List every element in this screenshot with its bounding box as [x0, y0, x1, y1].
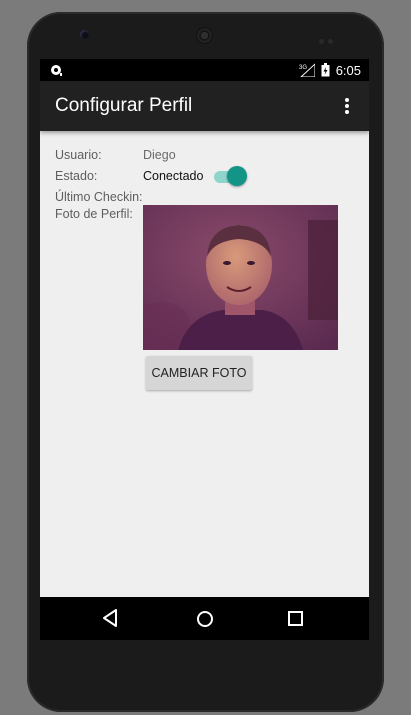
battery-icon: [321, 63, 330, 77]
last-checkin-label: Último Checkin:: [55, 190, 143, 204]
change-photo-button[interactable]: CAMBIAR FOTO: [146, 356, 252, 390]
photo-label: Foto de Perfil:: [55, 207, 133, 221]
user-label: Usuario:: [55, 148, 102, 162]
app-title: Configurar Perfil: [55, 95, 193, 116]
home-icon[interactable]: [196, 610, 214, 628]
front-camera: [80, 30, 89, 39]
status-bar: 3G 6:05: [40, 59, 369, 81]
more-vert-icon[interactable]: [339, 96, 355, 116]
signal-icon: 3G: [299, 63, 315, 77]
status-toggle[interactable]: [214, 166, 248, 186]
phone-top-bezel: [27, 12, 384, 62]
proximity-sensors: [319, 31, 339, 44]
clock: 6:05: [335, 62, 361, 78]
app-bar: Configurar Perfil: [40, 81, 369, 131]
device-screen: 3G 6:05 Configurar Perfil Usuario: Diego…: [40, 59, 369, 640]
recents-icon[interactable]: [288, 611, 303, 626]
toggle-thumb: [227, 166, 247, 186]
user-value: Diego: [143, 148, 176, 162]
earpiece-speaker: [196, 27, 213, 44]
svg-text:3G: 3G: [299, 65, 307, 71]
status-value: Conectado: [143, 169, 204, 183]
status-label: Estado:: [55, 169, 98, 183]
profile-photo: [143, 205, 338, 350]
navigation-bar: [40, 597, 369, 640]
back-icon[interactable]: [102, 609, 118, 627]
cast-icon: [51, 65, 62, 76]
